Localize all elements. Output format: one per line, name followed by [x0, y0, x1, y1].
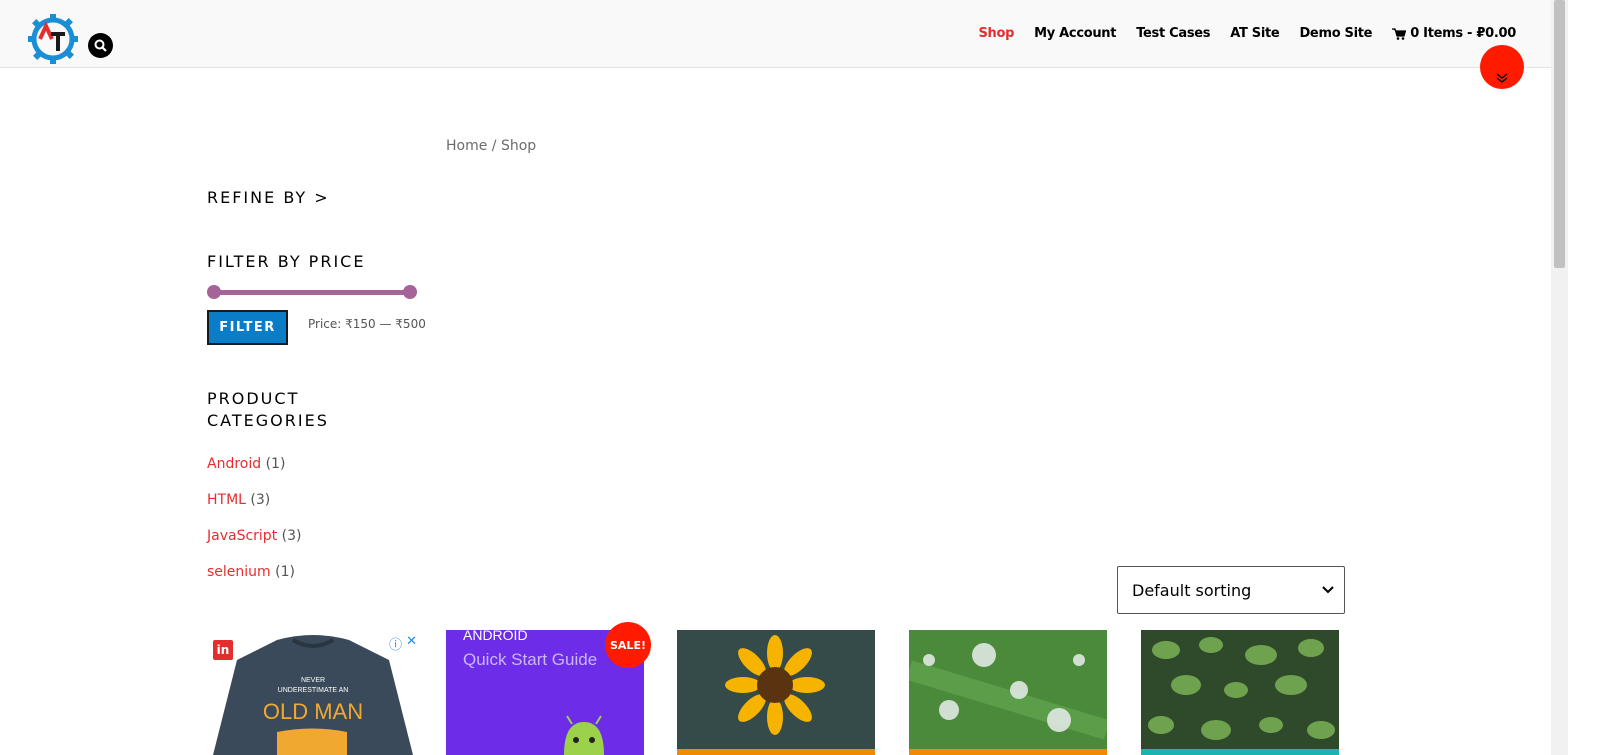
category-item: HTML (3)	[207, 492, 301, 528]
price-slider-min-handle[interactable]	[207, 285, 221, 299]
filter-by-price-title: FILTER BY PRICE	[207, 252, 366, 271]
scroll-toggle-button[interactable]	[1480, 45, 1524, 89]
category-count: (1)	[275, 564, 295, 580]
double-chevron-down-icon	[1496, 73, 1508, 83]
site-header: Shop My Account Test Cases AT Site Demo …	[0, 0, 1568, 68]
sorting-selected-value: Default sorting	[1132, 580, 1252, 600]
refine-by-title: REFINE BY >	[207, 188, 330, 207]
price-slider[interactable]	[207, 285, 417, 299]
sorting-select[interactable]: Default sorting	[1117, 566, 1345, 614]
advertisement[interactable]: in ⓘ ✕ NEVER UNDERESTIMATE AN OLD MAN	[207, 630, 419, 755]
category-count: (1)	[265, 456, 286, 472]
product-card-water-drops[interactable]	[909, 630, 1107, 755]
search-button[interactable]	[88, 33, 113, 58]
nav-demo-site[interactable]: Demo Site	[1299, 26, 1372, 41]
category-link-javascript[interactable]: JavaScript	[207, 528, 277, 544]
shirt-text-line2: UNDERESTIMATE AN	[278, 687, 349, 694]
product-categories-title: PRODUCT CATEGORIES	[207, 389, 329, 430]
site-logo[interactable]	[27, 13, 79, 65]
nav-shop[interactable]: Shop	[978, 26, 1014, 41]
nav-cart[interactable]: 0 Items - ₽0.00	[1392, 26, 1516, 41]
category-link-html[interactable]: HTML	[207, 492, 246, 508]
product-image-sunflower	[677, 630, 875, 755]
book-title-line1: ANDROID	[463, 630, 528, 643]
price-range-text: Price: ₹150 — ₹500	[308, 317, 426, 331]
main-nav: Shop My Account Test Cases AT Site Demo …	[958, 26, 1516, 41]
category-item: Android (1)	[207, 456, 301, 492]
scrollbar-thumb[interactable]	[1554, 0, 1565, 268]
breadcrumb-current: Shop	[500, 138, 537, 154]
price-slider-max-handle[interactable]	[403, 285, 417, 299]
nav-at-site[interactable]: AT Site	[1230, 26, 1280, 41]
chevron-down-icon	[1322, 586, 1334, 594]
category-list: Android (1) HTML (3) JavaScript (3) sele…	[207, 456, 301, 600]
nav-my-account[interactable]: My Account	[1034, 26, 1116, 41]
category-item: JavaScript (3)	[207, 528, 301, 564]
category-link-android[interactable]: Android	[207, 456, 261, 472]
category-count: (3)	[250, 492, 271, 508]
nav-test-cases[interactable]: Test Cases	[1136, 26, 1210, 41]
cart-icon	[1392, 27, 1407, 40]
breadcrumb-separator: /	[487, 138, 501, 154]
shirt-text-line1: NEVER	[301, 677, 325, 684]
sale-badge: SALE!	[605, 622, 651, 668]
search-icon	[94, 39, 107, 52]
scrollbar[interactable]	[1551, 0, 1568, 755]
category-count: (3)	[281, 528, 302, 544]
category-link-selenium[interactable]: selenium	[207, 564, 271, 580]
cart-label: 0 Items - ₽0.00	[1410, 26, 1516, 41]
filter-button[interactable]: FILTER	[207, 310, 288, 345]
breadcrumb: Home / Shop	[446, 138, 536, 154]
page-margin	[1568, 0, 1600, 755]
category-item: selenium (1)	[207, 564, 301, 600]
shirt-text-line3: OLD MAN	[263, 699, 363, 724]
tshirt-image: NEVER UNDERESTIMATE AN OLD MAN	[213, 635, 413, 755]
product-card-sunflower[interactable]	[677, 630, 875, 755]
book-title-line2: Quick Start Guide	[463, 650, 597, 669]
breadcrumb-home[interactable]: Home	[446, 138, 487, 154]
product-card-water-plants[interactable]	[1141, 630, 1339, 755]
product-image-water-plants	[1141, 630, 1339, 755]
product-image-leaf-drops	[909, 630, 1107, 755]
